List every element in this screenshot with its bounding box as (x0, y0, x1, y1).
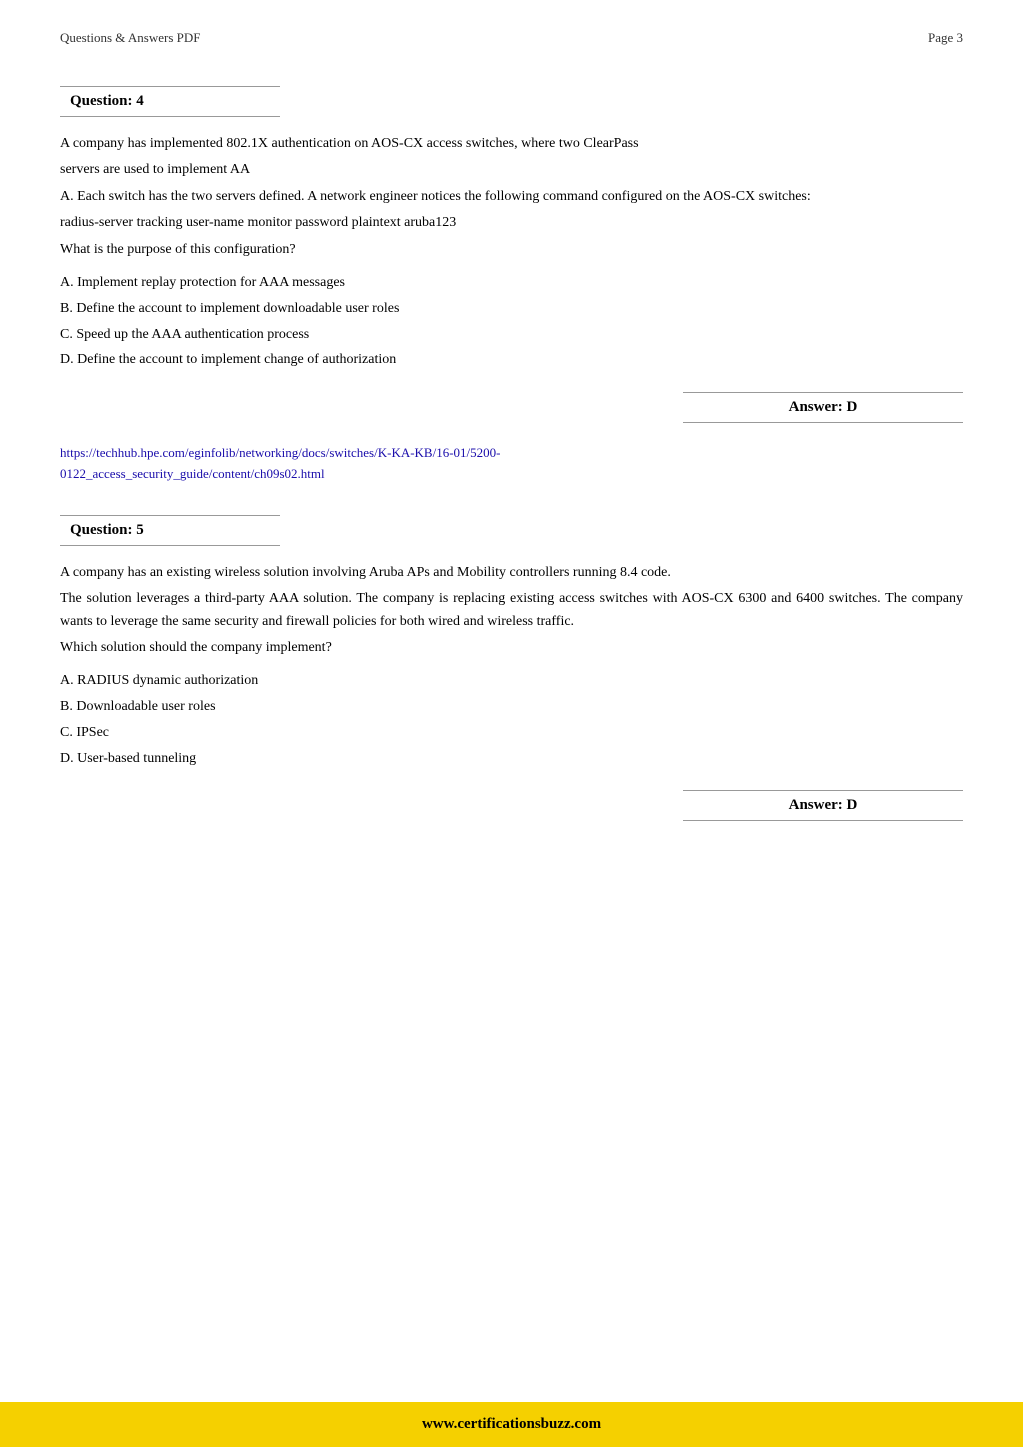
q5-body-line-1: A company has an existing wireless solut… (60, 562, 963, 584)
question-4-body: A company has implemented 802.1X authent… (60, 133, 963, 261)
q5-option-a: A. RADIUS dynamic authorization (60, 669, 963, 693)
question-4-title-box: Question: 4 (60, 86, 280, 117)
question-5-body: A company has an existing wireless solut… (60, 562, 963, 660)
q4-option-b: B. Define the account to implement downl… (60, 297, 963, 321)
page-container: Questions & Answers PDF Page 3 Question:… (0, 0, 1023, 1447)
q5-option-b: B. Downloadable user roles (60, 695, 963, 719)
header-right: Page 3 (928, 30, 963, 46)
question-5-options: A. RADIUS dynamic authorization B. Downl… (60, 669, 963, 770)
q4-body-line-3: A. Each switch has the two servers defin… (60, 186, 963, 208)
q4-body-line-4: radius-server tracking user-name monitor… (60, 212, 963, 234)
q5-option-d: D. User-based tunneling (60, 747, 963, 771)
q5-body-line-3: Which solution should the company implem… (60, 637, 963, 659)
q4-body-line-2: servers are used to implement AA (60, 159, 963, 181)
question-5-answer-inner: Answer: D (683, 790, 963, 821)
page-footer: www.certificationsbuzz.com (0, 1402, 1023, 1447)
question-5-answer-box: Answer: D (60, 790, 963, 821)
question-5-answer: Answer: D (789, 797, 858, 813)
q5-body-line-2: The solution leverages a third-party AAA… (60, 588, 963, 633)
q4-option-c: C. Speed up the AAA authentication proce… (60, 323, 963, 347)
q4-option-d: D. Define the account to implement chang… (60, 348, 963, 372)
reference-link[interactable]: https://techhub.hpe.com/eginfolib/networ… (60, 443, 963, 485)
q5-option-c: C. IPSec (60, 721, 963, 745)
footer-text: www.certificationsbuzz.com (422, 1416, 601, 1432)
question-4-answer-inner: Answer: D (683, 392, 963, 423)
question-4-block: Question: 4 A company has implemented 80… (60, 86, 963, 485)
q4-body-line-5: What is the purpose of this configuratio… (60, 239, 963, 261)
question-5-title: Question: 5 (70, 522, 144, 538)
question-4-answer-box: Answer: D (60, 392, 963, 423)
page-header: Questions & Answers PDF Page 3 (60, 30, 963, 46)
question-4-options: A. Implement replay protection for AAA m… (60, 271, 963, 372)
question-5-block: Question: 5 A company has an existing wi… (60, 515, 963, 822)
question-4-answer: Answer: D (789, 399, 858, 415)
question-5-title-box: Question: 5 (60, 515, 280, 546)
q4-option-a: A. Implement replay protection for AAA m… (60, 271, 963, 295)
reference-block: https://techhub.hpe.com/eginfolib/networ… (60, 443, 963, 485)
question-4-title: Question: 4 (70, 93, 144, 109)
q4-body-line-1: A company has implemented 802.1X authent… (60, 133, 963, 155)
header-left: Questions & Answers PDF (60, 30, 201, 46)
